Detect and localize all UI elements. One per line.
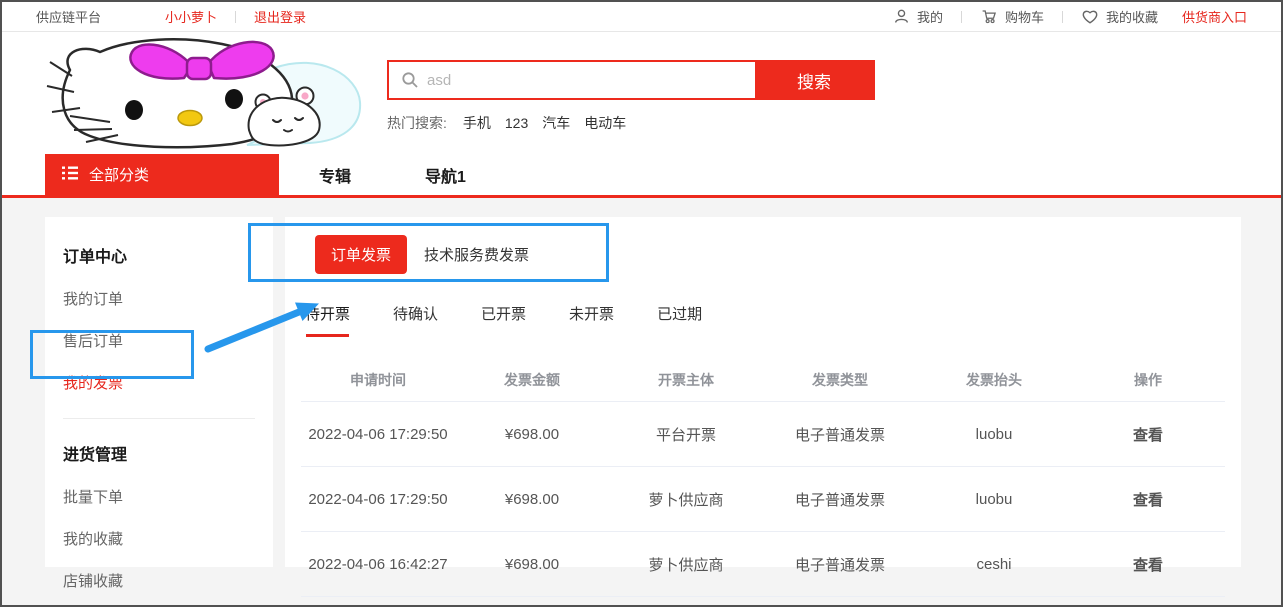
table-row: 2022-04-06 16:42:27 ¥698.00 萝卜供应商 电子普通发票… (301, 532, 1225, 597)
cell-amount: ¥698.00 (455, 426, 609, 443)
cell-apply-time: 2022-04-06 17:29:50 (301, 491, 455, 508)
sidebar: 订单中心 我的订单 售后订单 我的发票 进货管理 批量下单 我的收藏 店铺收藏 … (45, 217, 273, 567)
cell-amount: ¥698.00 (455, 556, 609, 573)
site-logo[interactable] (42, 36, 367, 149)
divider (1062, 11, 1063, 23)
sidebar-item-my-invoices[interactable]: 我的发票 (63, 372, 273, 393)
cell-apply-time: 2022-04-06 16:42:27 (301, 556, 455, 573)
supplier-entry-link[interactable]: 供货商入口 (1182, 7, 1247, 26)
cart-label: 购物车 (1005, 7, 1044, 26)
table-row: 2022-04-06 17:29:50 ¥698.00 平台开票 电子普通发票 … (301, 402, 1225, 467)
col-type: 发票类型 (763, 370, 917, 390)
hot-search-row: 热门搜索: 手机 123 汽车 电动车 (387, 113, 875, 133)
sidebar-list: 批量下单 我的收藏 店铺收藏 API采购 (63, 486, 273, 607)
divider (235, 11, 236, 23)
all-categories-label: 全部分类 (89, 164, 149, 185)
cart-icon (980, 8, 998, 25)
sidebar-section-order-center: 订单中心 (63, 243, 273, 267)
cat-logo-image (42, 36, 367, 149)
table-header-row: 申请时间 发票金额 开票主体 发票类型 发票抬头 操作 (301, 358, 1225, 402)
my-account-label: 我的 (917, 7, 943, 26)
divider (63, 418, 255, 419)
status-tab-expired[interactable]: 已过期 (657, 303, 702, 337)
cell-apply-time: 2022-04-06 17:29:50 (301, 426, 455, 443)
nav-item-nav1[interactable]: 导航1 (425, 163, 466, 187)
hot-keyword[interactable]: 手机 (463, 113, 491, 133)
main-nav: 全部分类 专辑 导航1 (2, 154, 1281, 195)
cell-issuer: 萝卜供应商 (609, 489, 763, 510)
cell-amount: ¥698.00 (455, 491, 609, 508)
hot-search-label: 热门搜索: (387, 113, 447, 133)
topbar-right: 我的 购物车 我的收藏 供货商入口 (893, 7, 1247, 26)
col-title: 发票抬头 (917, 370, 1071, 390)
col-apply-time: 申请时间 (301, 370, 455, 390)
divider (961, 11, 962, 23)
tab-order-invoice[interactable]: 订单发票 (315, 235, 407, 274)
search-area: 搜索 热门搜索: 手机 123 汽车 电动车 (387, 60, 875, 133)
nav-item-album[interactable]: 专辑 (319, 163, 351, 187)
sidebar-item-my-orders[interactable]: 我的订单 (63, 288, 273, 309)
status-tab-issued[interactable]: 已开票 (481, 303, 526, 337)
cell-issuer: 平台开票 (609, 424, 763, 445)
hot-keyword[interactable]: 电动车 (584, 113, 626, 133)
sidebar-item-bulk-order[interactable]: 批量下单 (63, 486, 273, 507)
person-icon (893, 8, 910, 25)
app-window: 供应链平台 小小萝卜 退出登录 我的 购物车 (0, 0, 1283, 607)
status-tab-to-confirm[interactable]: 待确认 (393, 303, 438, 337)
cell-title: luobu (917, 491, 1071, 508)
search-button[interactable]: 搜索 (755, 62, 873, 98)
col-issuer: 开票主体 (609, 370, 763, 390)
cell-type: 电子普通发票 (763, 554, 917, 575)
status-tab-pending[interactable]: 待开票 (305, 303, 350, 337)
page-content: 订单中心 我的订单 售后订单 我的发票 进货管理 批量下单 我的收藏 店铺收藏 … (2, 198, 1281, 567)
view-link[interactable]: 查看 (1071, 489, 1225, 510)
invoice-table: 申请时间 发票金额 开票主体 发票类型 发票抬头 操作 2022-04-06 1… (301, 358, 1225, 597)
heart-icon (1081, 9, 1099, 25)
sidebar-section-purchase-mgmt: 进货管理 (63, 441, 273, 465)
sidebar-item-my-favorites[interactable]: 我的收藏 (63, 528, 273, 549)
list-icon (62, 166, 78, 184)
site-header: 搜索 热门搜索: 手机 123 汽车 电动车 全部分类 专辑 导航1 (2, 32, 1281, 195)
search-box: 搜索 (387, 60, 875, 100)
col-action: 操作 (1071, 370, 1225, 390)
col-amount: 发票金额 (455, 370, 609, 390)
search-icon (389, 62, 419, 98)
search-input[interactable] (419, 62, 755, 98)
platform-brand: 供应链平台 (36, 7, 101, 26)
tab-tech-service-invoice[interactable]: 技术服务费发票 (424, 244, 529, 265)
favorites-link[interactable]: 我的收藏 (1081, 7, 1158, 26)
all-categories-button[interactable]: 全部分类 (45, 154, 279, 195)
sidebar-item-shop-favorites[interactable]: 店铺收藏 (63, 570, 273, 591)
invoice-type-tabs: 订单发票 技术服务费发票 (315, 235, 1225, 274)
my-account-link[interactable]: 我的 (893, 7, 943, 26)
status-tab-not-issued[interactable]: 未开票 (569, 303, 614, 337)
favorites-label: 我的收藏 (1106, 7, 1158, 26)
topbar: 供应链平台 小小萝卜 退出登录 我的 购物车 (2, 2, 1281, 32)
view-link[interactable]: 查看 (1071, 554, 1225, 575)
invoice-status-tabs: 待开票 待确认 已开票 未开票 已过期 (305, 303, 1225, 337)
hot-keyword[interactable]: 汽车 (542, 113, 570, 133)
view-link[interactable]: 查看 (1071, 424, 1225, 445)
cell-title: luobu (917, 426, 1071, 443)
logout-link[interactable]: 退出登录 (254, 7, 306, 26)
invoice-panel: 订单发票 技术服务费发票 待开票 待确认 已开票 未开票 已过期 申请时间 发票… (285, 217, 1241, 567)
cell-issuer: 萝卜供应商 (609, 554, 763, 575)
sidebar-item-aftersale-orders[interactable]: 售后订单 (63, 330, 273, 351)
cell-type: 电子普通发票 (763, 489, 917, 510)
cart-link[interactable]: 购物车 (980, 7, 1044, 26)
cell-title: ceshi (917, 556, 1071, 573)
hot-keyword[interactable]: 123 (505, 115, 528, 131)
username-link[interactable]: 小小萝卜 (165, 7, 217, 26)
sidebar-list: 我的订单 售后订单 我的发票 (63, 288, 273, 393)
table-row: 2022-04-06 17:29:50 ¥698.00 萝卜供应商 电子普通发票… (301, 467, 1225, 532)
cell-type: 电子普通发票 (763, 424, 917, 445)
